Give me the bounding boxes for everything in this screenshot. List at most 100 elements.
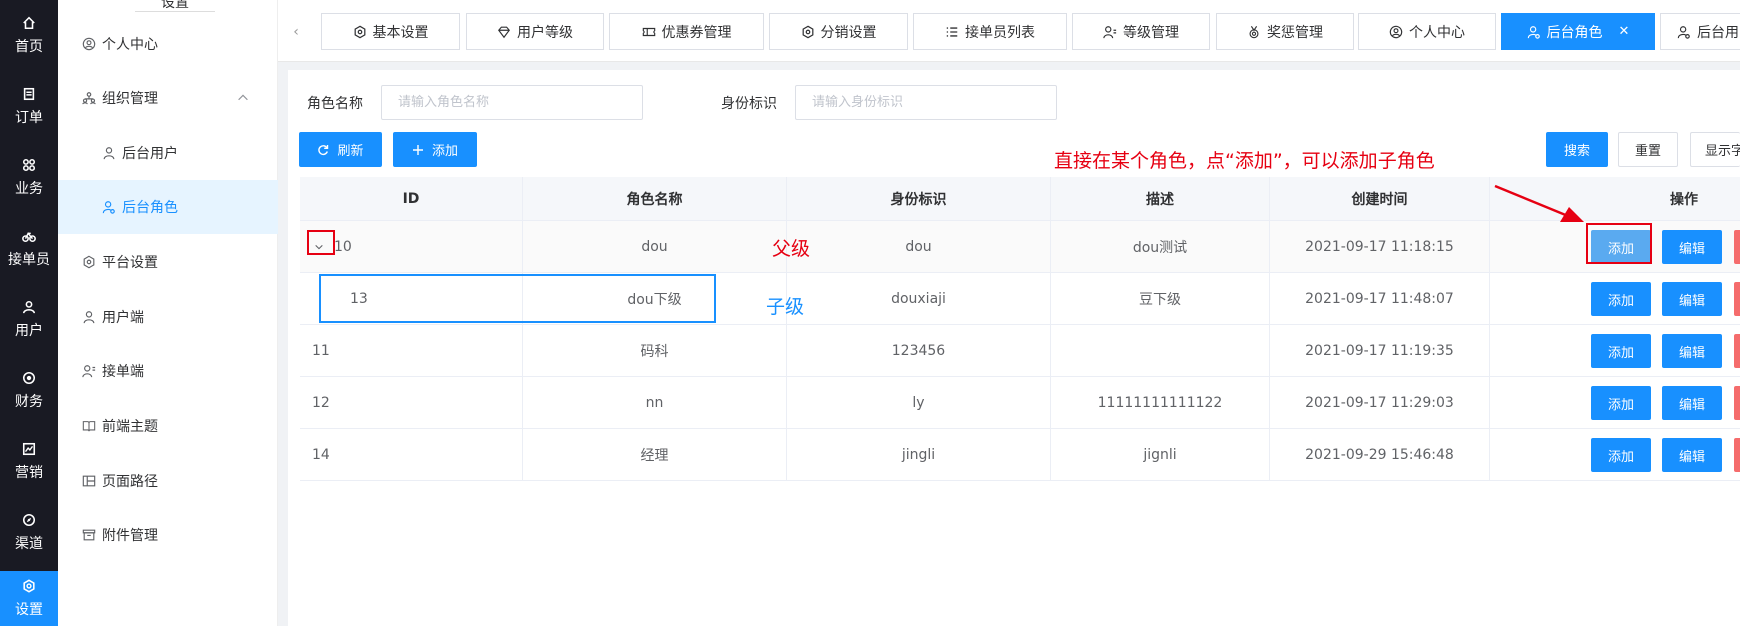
row-edit-button[interactable]: 编辑: [1662, 282, 1722, 316]
rail-item-order[interactable]: 订单: [0, 71, 58, 142]
rail-item-business[interactable]: 业务: [0, 142, 58, 213]
cell-created-time: 2021-09-17 11:48:07: [1270, 273, 1490, 324]
row-edit-button[interactable]: 编辑: [1662, 230, 1722, 264]
tab-label: 个人中心: [1409, 24, 1465, 41]
cell-id: 14: [300, 429, 523, 480]
grid-icon: [22, 158, 36, 171]
tab-admin-roles[interactable]: 后台角色 ✕: [1501, 13, 1655, 50]
cell-id: 11: [300, 325, 523, 376]
row-add-button[interactable]: 添加: [1591, 334, 1651, 368]
cell-description: dou测试: [1051, 221, 1270, 272]
search-button[interactable]: 搜索: [1546, 132, 1608, 167]
row-delete-button[interactable]: [1734, 438, 1740, 472]
row-delete-button[interactable]: [1734, 282, 1740, 316]
tab-admin-users[interactable]: 后台用: [1660, 13, 1740, 50]
refresh-button[interactable]: 刷新: [299, 132, 382, 167]
rail-item-user[interactable]: 用户: [0, 284, 58, 355]
sidebar-item-label: 前端主题: [102, 419, 158, 435]
rail-item-settings[interactable]: 设置: [0, 571, 58, 626]
rail-item-marketing[interactable]: 营销: [0, 426, 58, 497]
header-identity: 身份标识: [787, 177, 1051, 220]
tab-distribution-settings[interactable]: 分销设置: [769, 13, 908, 50]
book-icon: [82, 421, 96, 432]
table-row: 11 码科 123456 2021-09-17 11:19:35 添加 编辑: [300, 325, 1740, 377]
chevron-up-icon[interactable]: [236, 91, 250, 105]
annotation-highlight-child-row: [319, 274, 716, 323]
sidebar-item-theme[interactable]: 前端主题: [58, 399, 278, 453]
tab-personal-center[interactable]: 个人中心: [1358, 13, 1496, 50]
show-fields-button[interactable]: 显示字: [1690, 132, 1740, 167]
chevron-left-icon[interactable]: ‹: [286, 14, 306, 50]
sidebar-item-user-client[interactable]: 用户端: [58, 290, 278, 344]
rail-item-channel[interactable]: 渠道: [0, 497, 58, 568]
tab-label: 基本设置: [372, 24, 429, 41]
tab-reward-management[interactable]: 奖惩管理: [1216, 13, 1354, 50]
sidebar-item-label: 附件管理: [102, 528, 158, 544]
tab-level-management[interactable]: 等级管理: [1072, 13, 1210, 50]
user-list-icon: [1103, 25, 1117, 38]
row-delete-button[interactable]: [1734, 334, 1740, 368]
annotation-highlight-expand: [307, 230, 335, 255]
search-button-label: 搜索: [1563, 144, 1590, 159]
layout-icon: [82, 475, 96, 487]
sidebar-item-label: 组织管理: [102, 91, 158, 107]
rail-item-label: 财务: [15, 393, 43, 410]
sidebar-item-page-path[interactable]: 页面路径: [58, 454, 278, 508]
cell-identity: dou: [787, 221, 1051, 272]
user-circle-icon: [1389, 25, 1403, 38]
tab-basic-settings[interactable]: 基本设置: [321, 13, 460, 50]
sidebar-item-attachments[interactable]: 附件管理: [58, 508, 278, 562]
list-icon: [946, 26, 958, 37]
reset-button-label: 重置: [1634, 144, 1661, 159]
rail-item-home[interactable]: 首页: [0, 0, 58, 71]
role-name-input[interactable]: [381, 85, 643, 120]
tab-coupon-management[interactable]: 优惠券管理: [609, 13, 764, 50]
sidebar-item-label: 后台用户: [122, 146, 178, 162]
tab-courier-list[interactable]: 接单员列表: [913, 13, 1067, 50]
rail-item-courier[interactable]: 接单员: [0, 213, 58, 284]
compass-icon: [22, 513, 36, 526]
row-edit-button[interactable]: 编辑: [1662, 438, 1722, 472]
cell-created-time: 2021-09-17 11:19:35: [1270, 325, 1490, 376]
table-row: 14 经理 jingli jignli 2021-09-29 15:46:48 …: [300, 429, 1740, 481]
user-role-icon: [1527, 25, 1540, 39]
row-add-button[interactable]: 添加: [1591, 386, 1651, 420]
tab-label: 接单员列表: [965, 24, 1035, 41]
rail-item-finance[interactable]: 财务: [0, 355, 58, 426]
row-add-button[interactable]: 添加: [1591, 282, 1651, 316]
sidebar-item-label: 页面路径: [102, 474, 158, 490]
add-button[interactable]: 添加: [393, 132, 477, 167]
row-delete-button[interactable]: [1734, 386, 1740, 420]
sidebar-item-organization[interactable]: 组织管理: [58, 71, 278, 125]
tab-user-level[interactable]: 用户等级: [466, 13, 604, 50]
order-icon: [23, 87, 35, 100]
identity-input[interactable]: [795, 85, 1057, 120]
home-icon: [23, 16, 35, 29]
reset-button[interactable]: 重置: [1618, 132, 1678, 167]
annotation-tip: 直接在某个角色，点“添加”，可以添加子角色: [1054, 150, 1435, 172]
row-edit-button[interactable]: 编辑: [1662, 386, 1722, 420]
cell-role-name: 经理: [523, 429, 787, 480]
row-add-button[interactable]: 添加: [1591, 438, 1651, 472]
hexagon-settings-icon: [83, 255, 95, 269]
sidebar-item-label: 用户端: [102, 310, 144, 326]
rail-item-label: 渠道: [15, 535, 43, 552]
row-delete-button[interactable]: [1734, 230, 1740, 264]
sidebar-item-platform[interactable]: 平台设置: [58, 235, 278, 289]
medal-icon: [1249, 25, 1259, 38]
sidebar-item-courier-client[interactable]: 接单端: [58, 344, 278, 398]
user-role-icon: [1677, 25, 1690, 39]
row-edit-button[interactable]: 编辑: [1662, 334, 1722, 368]
tab-label: 奖惩管理: [1267, 24, 1323, 41]
ticket-icon: [642, 27, 655, 36]
tab-bar: ‹ 基本设置 用户等级 优惠券管理 分销设置 接单员列表 等级管理 奖惩管理 个…: [278, 0, 1740, 62]
sidebar-item-profile[interactable]: 个人中心: [58, 17, 278, 71]
sidebar-item-admin-roles[interactable]: 后台角色: [58, 180, 278, 234]
close-icon[interactable]: ✕: [1619, 24, 1630, 39]
cell-identity: 123456: [787, 325, 1051, 376]
sidebar-item-admin-users[interactable]: 后台用户: [58, 126, 278, 180]
cell-id-text: 10: [334, 238, 352, 255]
cell-created-time: 2021-09-29 15:46:48: [1270, 429, 1490, 480]
cell-description: 豆下级: [1051, 273, 1270, 324]
tab-label: 用户等级: [517, 24, 573, 41]
